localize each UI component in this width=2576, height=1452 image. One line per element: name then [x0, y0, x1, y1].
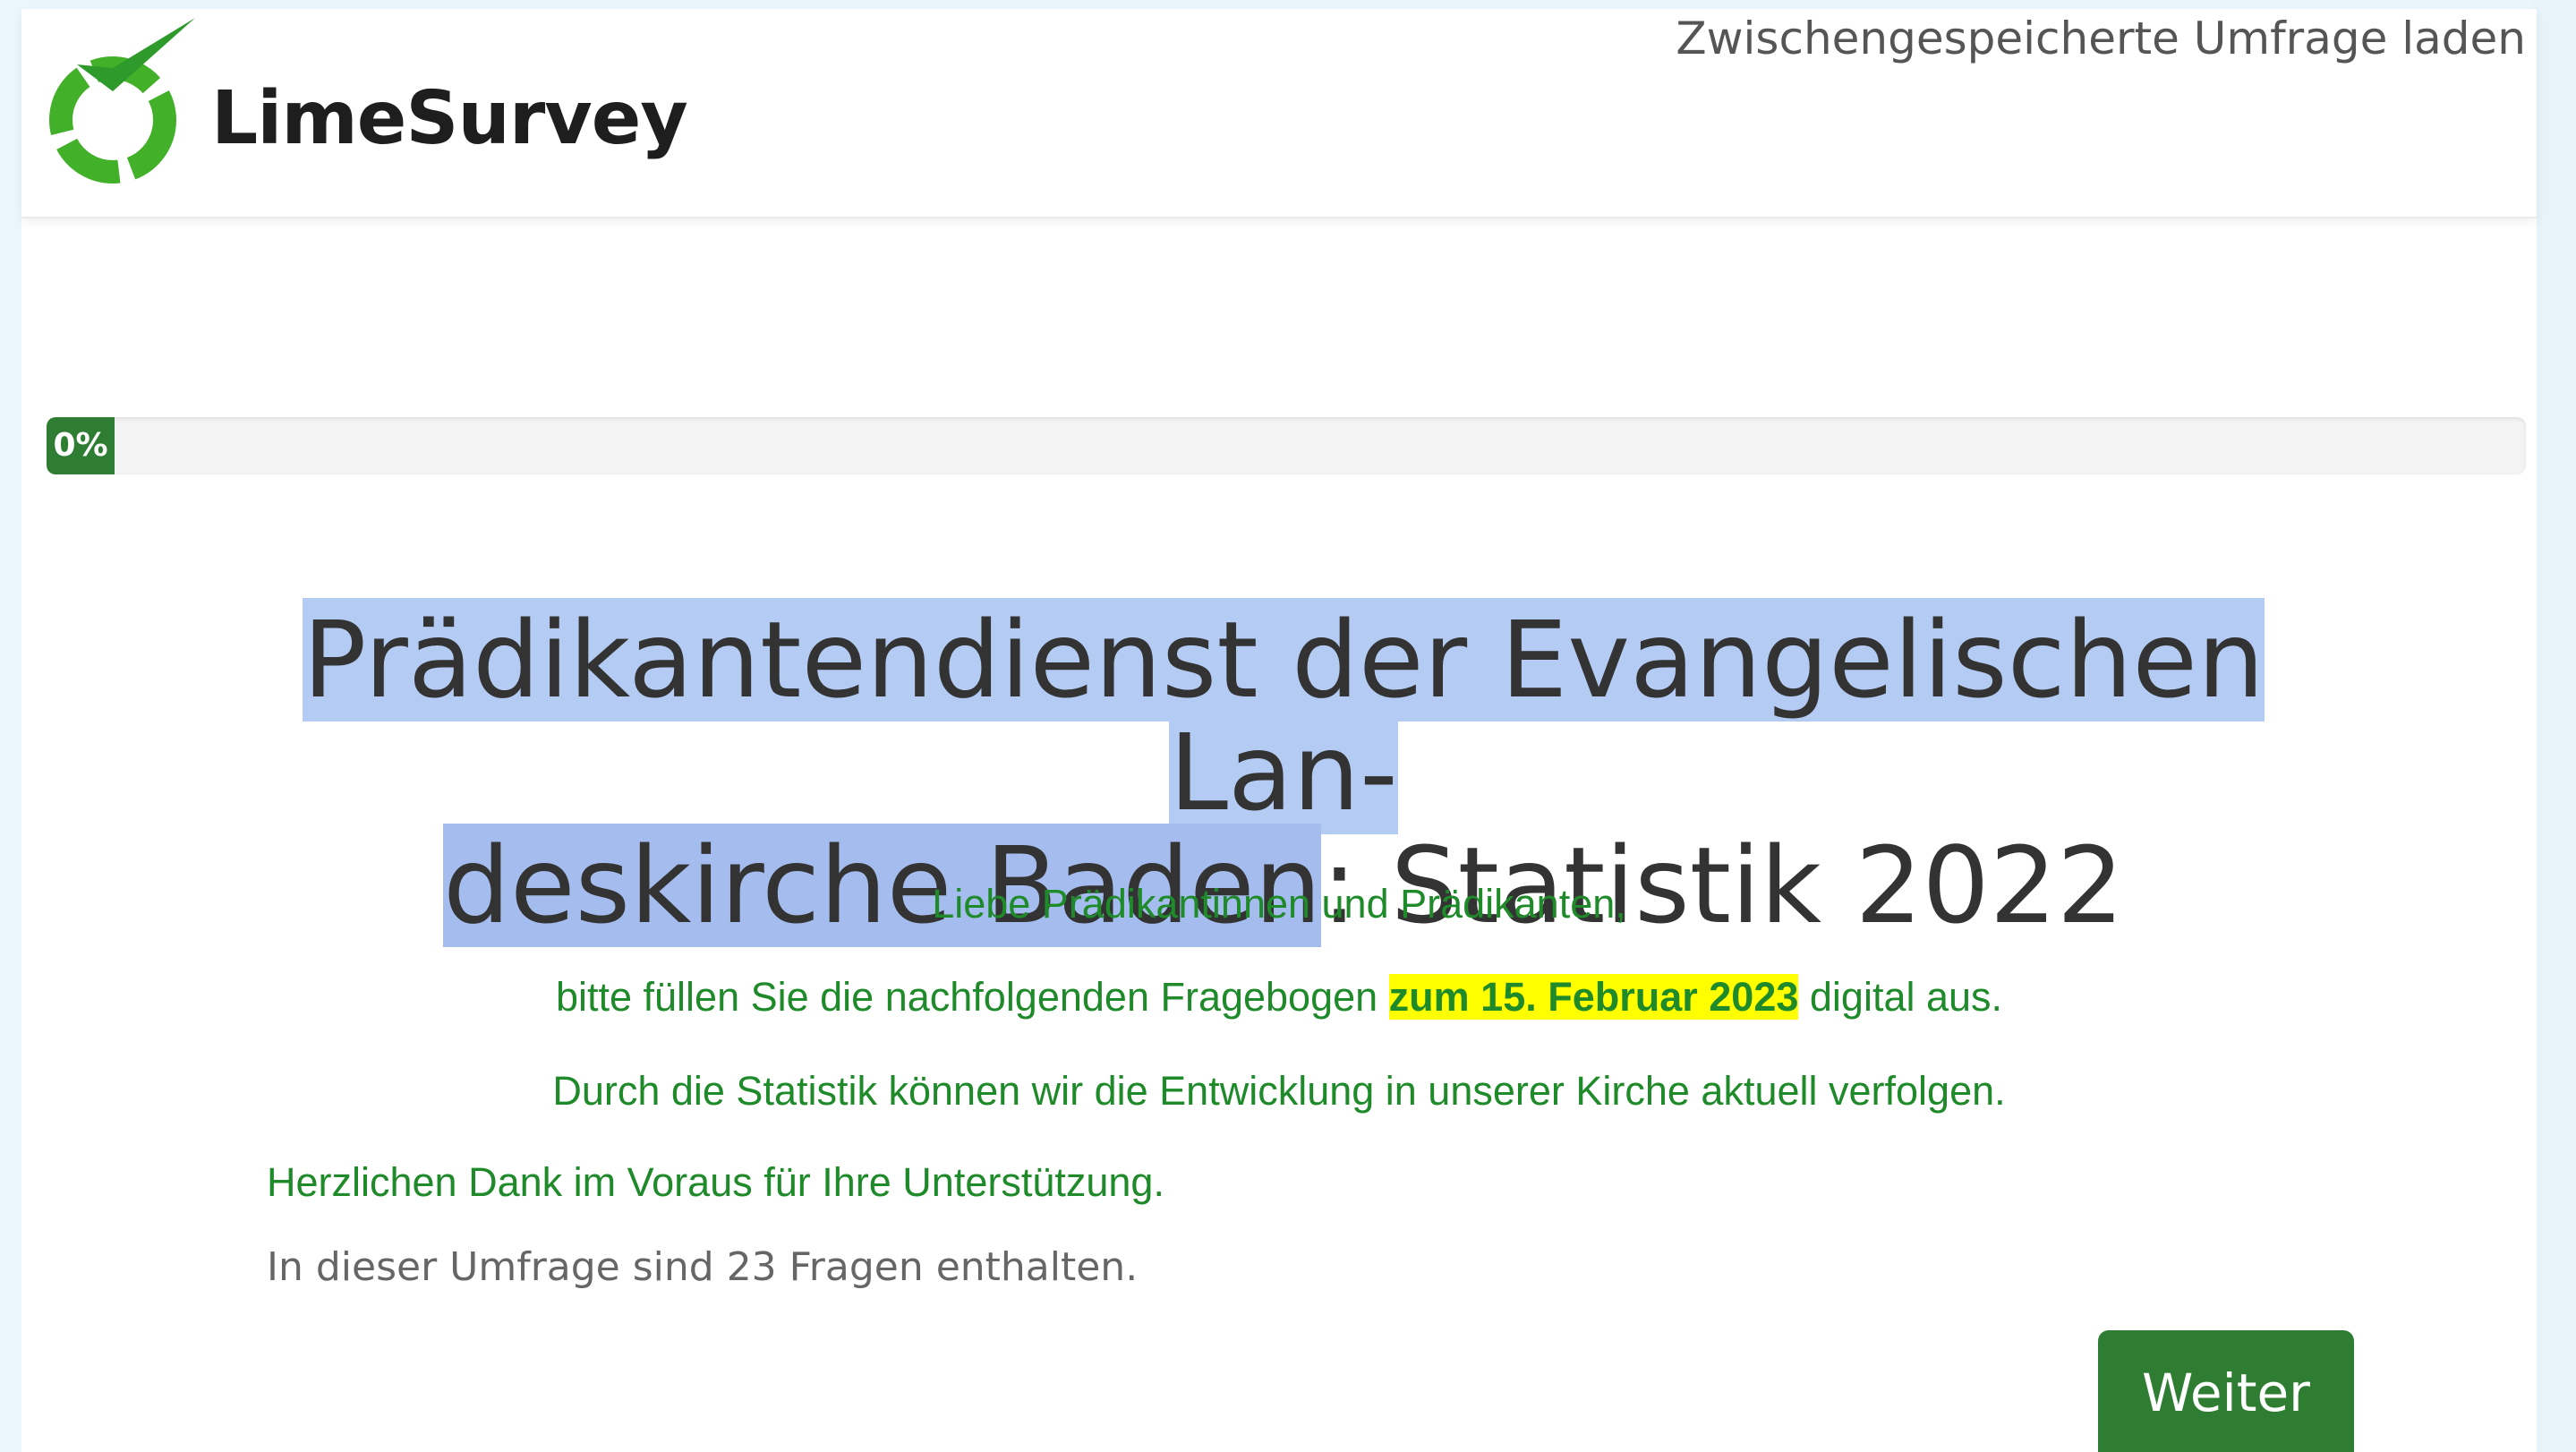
intro-instruction: bitte füllen Sie die nachfolgenden Frage…: [21, 974, 2537, 1021]
limesurvey-logo-icon: [49, 18, 195, 184]
intro-purpose: Durch die Statistik können wir die Entwi…: [552, 1068, 2006, 1114]
instruction-after: digital aus.: [1798, 974, 2003, 1020]
instruction-before: bitte füllen Sie die nachfolgenden Frage…: [555, 974, 1389, 1020]
brand-name: LimeSurvey: [211, 75, 688, 161]
intro-thanks: Herzlichen Dank im Voraus für Ihre Unter…: [267, 1159, 1164, 1205]
page-background-edge: [2531, 0, 2576, 1452]
survey-page: LimeSurvey Zwischengespeicherte Umfrage …: [21, 9, 2537, 1452]
deadline-highlight: zum 15. Februar 2023: [1388, 974, 1799, 1020]
survey-title-part1: Prädikantendienst der Evangelischen Lan-: [303, 598, 2265, 834]
progress-bar-fill: 0%: [47, 417, 115, 474]
survey-header: LimeSurvey Zwischengespeicherte Umfrage …: [21, 9, 2537, 218]
limesurvey-logo[interactable]: LimeSurvey: [45, 14, 688, 184]
progress-bar: 0%: [47, 417, 2526, 474]
load-saved-survey-link[interactable]: Zwischengespeicherte Umfrage laden: [1676, 13, 2526, 64]
intro-greeting: Liebe Prädikantinnen und Prädikanten,: [932, 881, 1626, 927]
next-button[interactable]: Weiter: [2098, 1330, 2354, 1452]
question-count: In dieser Umfrage sind 23 Fragen enthalt…: [267, 1244, 1139, 1290]
